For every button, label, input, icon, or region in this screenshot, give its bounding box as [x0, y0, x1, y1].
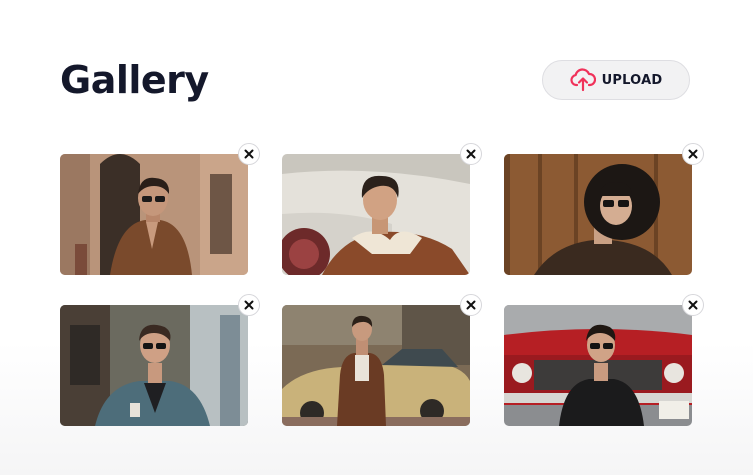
close-icon	[466, 149, 476, 159]
remove-photo-button[interactable]	[460, 294, 482, 316]
gallery-item[interactable]	[60, 294, 260, 426]
close-icon	[244, 300, 254, 310]
remove-photo-button[interactable]	[460, 143, 482, 165]
remove-photo-button[interactable]	[238, 294, 260, 316]
close-icon	[688, 300, 698, 310]
gallery-item[interactable]	[504, 294, 704, 426]
photo-vintage-car	[282, 154, 470, 275]
gallery-item[interactable]	[282, 143, 482, 275]
gallery-item[interactable]	[504, 143, 704, 275]
gallery-page: Gallery UPLOAD	[0, 0, 753, 475]
photo-street-portrait	[60, 154, 248, 275]
cloud-upload-icon	[570, 68, 596, 92]
remove-photo-button[interactable]	[238, 143, 260, 165]
gallery-item[interactable]	[282, 294, 482, 426]
gallery-item[interactable]	[60, 143, 260, 275]
upload-button-label: UPLOAD	[601, 72, 663, 88]
upload-button[interactable]: UPLOAD	[542, 60, 690, 100]
close-icon	[466, 300, 476, 310]
photo-yellow-car	[282, 305, 470, 426]
remove-photo-button[interactable]	[682, 294, 704, 316]
close-icon	[688, 149, 698, 159]
remove-photo-button[interactable]	[682, 143, 704, 165]
photo-wood-wall-hat	[504, 154, 692, 275]
page-title: Gallery	[60, 58, 209, 102]
photo-red-car	[504, 305, 692, 426]
photo-city-street	[60, 305, 248, 426]
close-icon	[244, 149, 254, 159]
